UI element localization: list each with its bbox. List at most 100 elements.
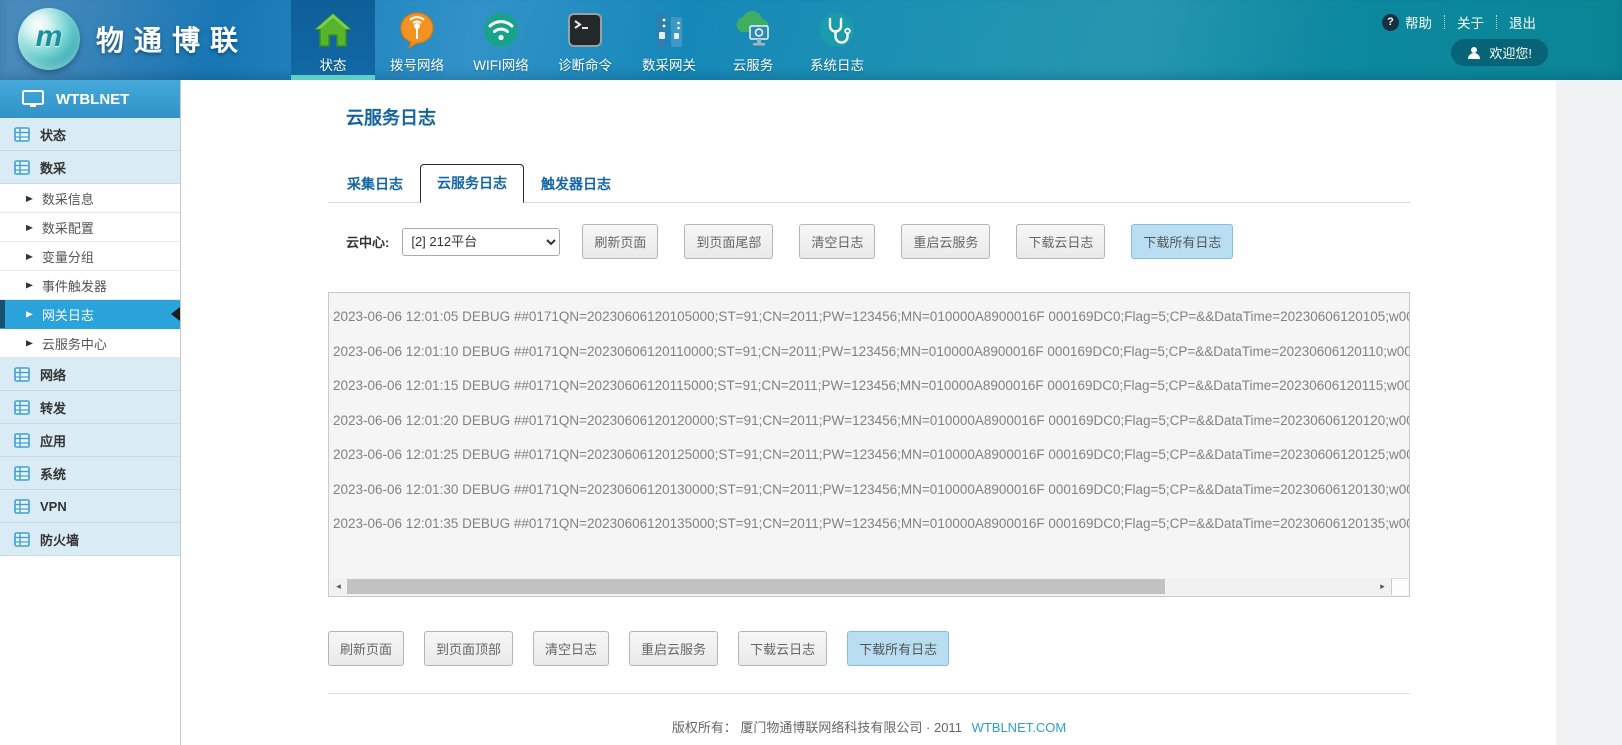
wtblnet-link[interactable]: WTBLNET.COM (972, 720, 1067, 735)
clear-log-button[interactable]: 清空日志 (799, 224, 875, 259)
clear-log-button-bottom[interactable]: 清空日志 (533, 631, 609, 666)
caret-right-icon: ▶ (26, 280, 33, 290)
grid-icon (14, 532, 30, 547)
sidebar-item-data-acquisition[interactable]: 数采 (0, 151, 180, 184)
top-toolbar: 云中心: [2] 212平台 刷新页面 到页面尾部 清空日志 重启云服务 下载云… (328, 224, 1410, 259)
sidebar-item-label: 状态 (40, 125, 66, 144)
cloud-center-select[interactable]: [2] 212平台 (402, 228, 560, 256)
top-header: m 物通博联 状态 拨号网络 (0, 0, 1622, 80)
wifi-icon (481, 7, 521, 53)
sidebar-item-status[interactable]: 状态 (0, 118, 180, 151)
nav-wifi-network[interactable]: WIFI网络 (459, 0, 543, 80)
grid-icon (14, 367, 30, 382)
sidebar-item-network[interactable]: 网络 (0, 358, 180, 391)
help-link[interactable]: 帮助 (1393, 12, 1444, 32)
log-line: 2023-06-06 12:01:30 DEBUG ##0171QN=20230… (333, 473, 1409, 508)
caret-right-icon: ▶ (26, 338, 33, 348)
sidebar-item-application[interactable]: 应用 (0, 424, 180, 457)
sidebar-item-variable-group[interactable]: ▶ 变量分组 (0, 242, 180, 271)
grid-icon (14, 160, 30, 175)
about-link[interactable]: 关于 (1445, 12, 1496, 32)
sidebar-item-label: 事件触发器 (42, 276, 107, 295)
brand-name: 物通博联 (96, 19, 248, 59)
caret-right-icon: ▶ (26, 251, 33, 261)
nav-diagnostic-command[interactable]: 诊断命令 (543, 0, 627, 80)
go-page-top-button[interactable]: 到页面顶部 (424, 631, 513, 666)
sidebar-item-event-trigger[interactable]: ▶ 事件触发器 (0, 271, 180, 300)
nav-dialup-network[interactable]: 拨号网络 (375, 0, 459, 80)
log-line: 2023-06-06 12:01:35 DEBUG ##0171QN=20230… (333, 507, 1409, 542)
welcome-badge[interactable]: 欢迎您! (1451, 39, 1548, 66)
sidebar-item-label: 防火墙 (40, 530, 79, 549)
sidebar-item-label: 数采 (40, 158, 66, 177)
bottom-toolbar: 刷新页面 到页面顶部 清空日志 重启云服务 下载云日志 下载所有日志 (328, 631, 1410, 666)
welcome-text: 欢迎您! (1489, 43, 1532, 62)
home-icon (313, 7, 353, 53)
sidebar-item-vpn[interactable]: VPN (0, 490, 180, 523)
nav-label: 系统日志 (810, 54, 864, 74)
log-line: 2023-06-06 12:01:05 DEBUG ##0171QN=20230… (333, 300, 1409, 335)
tab-cloud-service-log[interactable]: 云服务日志 (420, 164, 524, 203)
logout-link[interactable]: 退出 (1497, 12, 1548, 32)
download-all-logs-button-bottom[interactable]: 下载所有日志 (847, 631, 949, 666)
restart-cloud-service-button-bottom[interactable]: 重启云服务 (629, 631, 718, 666)
cloud-center-label: 云中心: (346, 232, 389, 251)
download-cloud-log-button-bottom[interactable]: 下载云日志 (738, 631, 827, 666)
horizontal-scrollbar[interactable]: ◂ ▸ (330, 578, 1408, 595)
scroll-left-icon[interactable]: ◂ (330, 578, 347, 595)
tab-trigger-log[interactable]: 触发器日志 (524, 166, 628, 202)
grid-icon (14, 127, 30, 142)
log-line: 2023-06-06 12:01:25 DEBUG ##0171QN=20230… (333, 438, 1409, 473)
nav-label: 状态 (320, 54, 347, 74)
go-page-bottom-button[interactable]: 到页面尾部 (684, 224, 773, 259)
nav-label: 云服务 (733, 54, 774, 74)
nav-data-gateway[interactable]: 数采网关 (627, 0, 711, 80)
logo-sphere-icon: m (18, 8, 80, 70)
grid-icon (14, 499, 30, 514)
caret-right-icon: ▶ (26, 193, 33, 203)
monitor-icon (22, 90, 44, 108)
sidebar-item-cloud-service-center[interactable]: ▶ 云服务中心 (0, 329, 180, 358)
nav-label: 数采网关 (642, 54, 696, 74)
sidebar-item-system[interactable]: 系统 (0, 457, 180, 490)
sidebar-item-firewall[interactable]: 防火墙 (0, 523, 180, 556)
sidebar-item-label: 应用 (40, 431, 66, 450)
log-output[interactable]: 2023-06-06 12:01:05 DEBUG ##0171QN=20230… (328, 292, 1410, 597)
brand-logo: m 物通博联 (18, 8, 248, 70)
log-line: 2023-06-06 12:01:15 DEBUG ##0171QN=20230… (333, 369, 1409, 404)
sidebar-device-title: WTBLNET (0, 80, 180, 118)
footer: 版权所有： 厦门物通博联网络科技有限公司 · 2011 WTBLNET.COM (328, 693, 1410, 736)
sidebar-item-label: 网关日志 (42, 305, 94, 324)
log-line: 2023-06-06 12:01:10 DEBUG ##0171QN=20230… (333, 335, 1409, 370)
nav-cloud-service[interactable]: 云服务 (711, 0, 795, 80)
cloud-icon (731, 7, 775, 53)
tab-collection-log[interactable]: 采集日志 (330, 166, 420, 202)
sidebar-item-gateway-log[interactable]: ▶ 网关日志 (0, 300, 180, 329)
download-cloud-log-button[interactable]: 下载云日志 (1016, 224, 1105, 259)
scroll-right-icon[interactable]: ▸ (1374, 578, 1391, 595)
sidebar-item-acquisition-config[interactable]: ▶ 数采配置 (0, 213, 180, 242)
restart-cloud-service-button[interactable]: 重启云服务 (901, 224, 990, 259)
refresh-page-button[interactable]: 刷新页面 (582, 224, 658, 259)
download-all-logs-button[interactable]: 下载所有日志 (1131, 224, 1233, 259)
dialup-icon (397, 7, 437, 53)
nav-status[interactable]: 状态 (291, 0, 375, 80)
sidebar-item-forwarding[interactable]: 转发 (0, 391, 180, 424)
sidebar-item-label: 云服务中心 (42, 334, 107, 353)
scrollbar-thumb[interactable] (347, 579, 1165, 594)
sidebar-item-acquisition-info[interactable]: ▶ 数采信息 (0, 184, 180, 213)
user-icon (1467, 46, 1481, 60)
nav-label: WIFI网络 (473, 54, 529, 74)
nav-system-log[interactable]: 系统日志 (795, 0, 879, 80)
log-tabs: 采集日志 云服务日志 触发器日志 (328, 164, 1410, 203)
gateway-icon (649, 7, 689, 53)
sidebar-item-label: 网络 (40, 365, 66, 384)
page-title: 云服务日志 (346, 104, 1410, 130)
terminal-icon (565, 7, 605, 53)
log-line: 2023-06-06 12:01:20 DEBUG ##0171QN=20230… (333, 404, 1409, 439)
refresh-page-button-bottom[interactable]: 刷新页面 (328, 631, 404, 666)
sidebar-item-label: 数采信息 (42, 189, 94, 208)
sidebar: WTBLNET 状态 数采 ▶ 数采信息 ▶ (0, 80, 181, 745)
caret-right-icon: ▶ (26, 309, 33, 319)
header-links: ? 帮助 关于 退出 (1382, 12, 1548, 32)
